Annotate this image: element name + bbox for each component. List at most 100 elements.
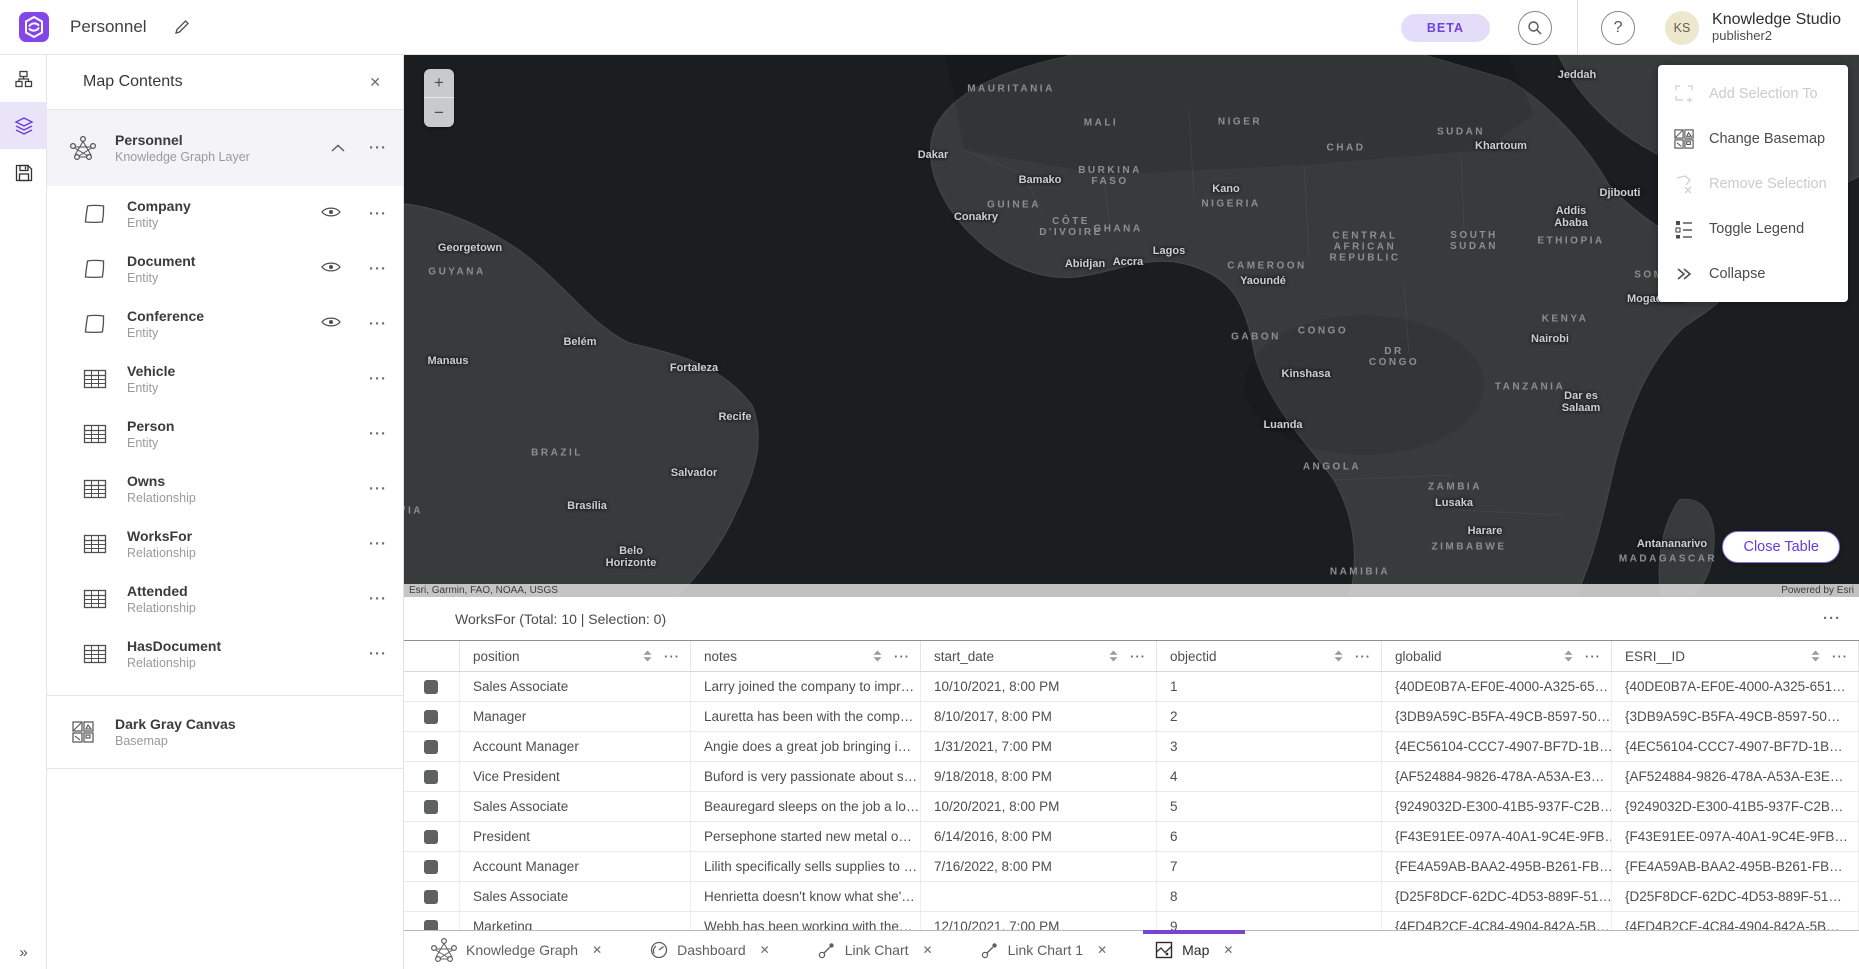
close-table-button[interactable]: Close Table [1722,531,1840,563]
row-select-cell[interactable] [404,792,460,821]
row-select-cell[interactable] [404,852,460,881]
column-header-objectid[interactable]: objectid··· [1157,641,1382,671]
rail-expand-icon[interactable]: » [0,944,47,961]
visibility-toggle[interactable] [321,205,341,223]
tab-map[interactable]: Map✕ [1143,931,1245,969]
collapse-layer-icon[interactable] [331,139,345,157]
column-header-globalid[interactable]: globalid··· [1382,641,1612,671]
table-row[interactable]: MarketingWebb has been working with the…… [404,912,1859,930]
table-row[interactable]: Sales AssociateHenrietta doesn't know wh… [404,882,1859,912]
layer-row-parent[interactable]: PersonnelKnowledge Graph Layer··· [47,110,403,186]
layer-options-icon[interactable]: ··· [369,535,387,552]
layer-options-icon[interactable]: ··· [369,205,387,222]
row-checkbox[interactable] [424,710,438,724]
row-select-cell[interactable] [404,822,460,851]
tab-close-icon[interactable]: ✕ [923,943,933,957]
table-row[interactable]: Account ManagerAngie does a great job br… [404,732,1859,762]
tab-close-icon[interactable]: ✕ [1223,943,1233,957]
zoom-out-button[interactable]: − [424,98,454,127]
sort-icon[interactable] [1811,650,1820,662]
layer-options-icon[interactable]: ··· [369,140,387,157]
layer-row-hasdocument[interactable]: HasDocumentRelationship··· [47,626,403,681]
layer-row-owns[interactable]: OwnsRelationship··· [47,461,403,516]
sort-icon[interactable] [1109,650,1118,662]
layer-options-icon[interactable]: ··· [369,425,387,442]
layer-options-icon[interactable]: ··· [369,260,387,277]
tab-close-icon[interactable]: ✕ [1097,943,1107,957]
layer-options-icon[interactable]: ··· [369,315,387,332]
table-row[interactable]: Sales AssociateBeauregard sleeps on the … [404,792,1859,822]
cell-esri_id: {9249032D-E300-41B5-937F-C2B… [1612,792,1859,821]
map-view[interactable]: MAURITANIAMALINIGERCHADSUDANBURKINA FASO… [404,55,1859,597]
menu-item-change-basemap[interactable]: Change Basemap [1658,116,1848,161]
row-checkbox[interactable] [424,860,438,874]
layer-options-icon[interactable]: ··· [369,590,387,607]
layer-options-icon[interactable]: ··· [369,480,387,497]
map-contents-button[interactable] [0,102,47,149]
column-header-start_date[interactable]: start_date··· [921,641,1157,671]
menu-item-toggle-legend[interactable]: Toggle Legend [1658,206,1848,251]
row-checkbox[interactable] [424,740,438,754]
table-row[interactable]: Sales AssociateLarry joined the company … [404,672,1859,702]
sort-icon[interactable] [1334,650,1343,662]
zoom-in-button[interactable]: + [424,69,454,98]
row-checkbox[interactable] [424,890,438,904]
row-checkbox[interactable] [424,800,438,814]
row-checkbox[interactable] [424,830,438,844]
column-options-icon[interactable]: ··· [664,649,680,664]
layer-row-worksfor[interactable]: WorksForRelationship··· [47,516,403,571]
search-button[interactable] [1518,11,1552,45]
app-logo-icon[interactable] [19,12,49,42]
row-select-cell[interactable] [404,702,460,731]
layer-row-attended[interactable]: AttendedRelationship··· [47,571,403,626]
table-row[interactable]: Account ManagerLilith specifically sells… [404,852,1859,882]
row-select-cell[interactable] [404,672,460,701]
edit-title-icon[interactable] [173,18,191,36]
column-header-position[interactable]: position··· [460,641,691,671]
layer-row-conference[interactable]: ConferenceEntity··· [47,296,403,351]
tab-knowledge-graph[interactable]: Knowledge Graph✕ [419,931,614,969]
column-options-icon[interactable]: ··· [1130,649,1146,664]
table-row[interactable]: Vice PresidentBuford is very passionate … [404,762,1859,792]
column-options-icon[interactable]: ··· [1832,649,1848,664]
visibility-toggle[interactable] [321,315,341,333]
visibility-toggle[interactable] [321,260,341,278]
tab-close-icon[interactable]: ✕ [592,943,602,957]
basemap-row[interactable]: Dark Gray CanvasBasemap [47,696,403,768]
help-button[interactable]: ? [1601,11,1635,45]
help-icon: ? [1614,19,1623,37]
table-row[interactable]: PresidentPersephone started new metal o…… [404,822,1859,852]
tab-dashboard[interactable]: Dashboard✕ [638,931,782,969]
layer-row-document[interactable]: DocumentEntity··· [47,241,403,296]
row-checkbox[interactable] [424,770,438,784]
column-options-icon[interactable]: ··· [1585,649,1601,664]
menu-item-collapse[interactable]: Collapse [1658,251,1848,296]
avatar[interactable]: KS [1665,11,1699,45]
sort-icon[interactable] [1564,650,1573,662]
tab-link-chart[interactable]: Link Chart✕ [806,931,945,969]
column-header-notes[interactable]: notes··· [691,641,921,671]
row-checkbox[interactable] [424,680,438,694]
column-options-icon[interactable]: ··· [894,649,910,664]
tab-link-chart-1[interactable]: Link Chart 1✕ [969,931,1120,969]
row-select-cell[interactable] [404,912,460,930]
sort-icon[interactable] [643,650,652,662]
row-select-cell[interactable] [404,732,460,761]
column-options-icon[interactable]: ··· [1355,649,1371,664]
layer-options-icon[interactable]: ··· [369,645,387,662]
row-select-cell[interactable] [404,882,460,911]
tab-close-icon[interactable]: ✕ [760,943,770,957]
table-row[interactable]: ManagerLauretta has been with the comp…8… [404,702,1859,732]
layer-row-company[interactable]: CompanyEntity··· [47,186,403,241]
column-header-esri_id[interactable]: ESRI__ID··· [1612,641,1859,671]
layer-options-icon[interactable]: ··· [369,370,387,387]
close-panel-icon[interactable]: ✕ [369,74,381,91]
sort-icon[interactable] [873,650,882,662]
data-model-button[interactable] [0,55,47,102]
save-button[interactable] [0,149,47,196]
table-options-icon[interactable]: ··· [1823,610,1841,627]
row-checkbox[interactable] [424,920,438,931]
row-select-cell[interactable] [404,762,460,791]
layer-row-vehicle[interactable]: VehicleEntity··· [47,351,403,406]
layer-row-person[interactable]: PersonEntity··· [47,406,403,461]
